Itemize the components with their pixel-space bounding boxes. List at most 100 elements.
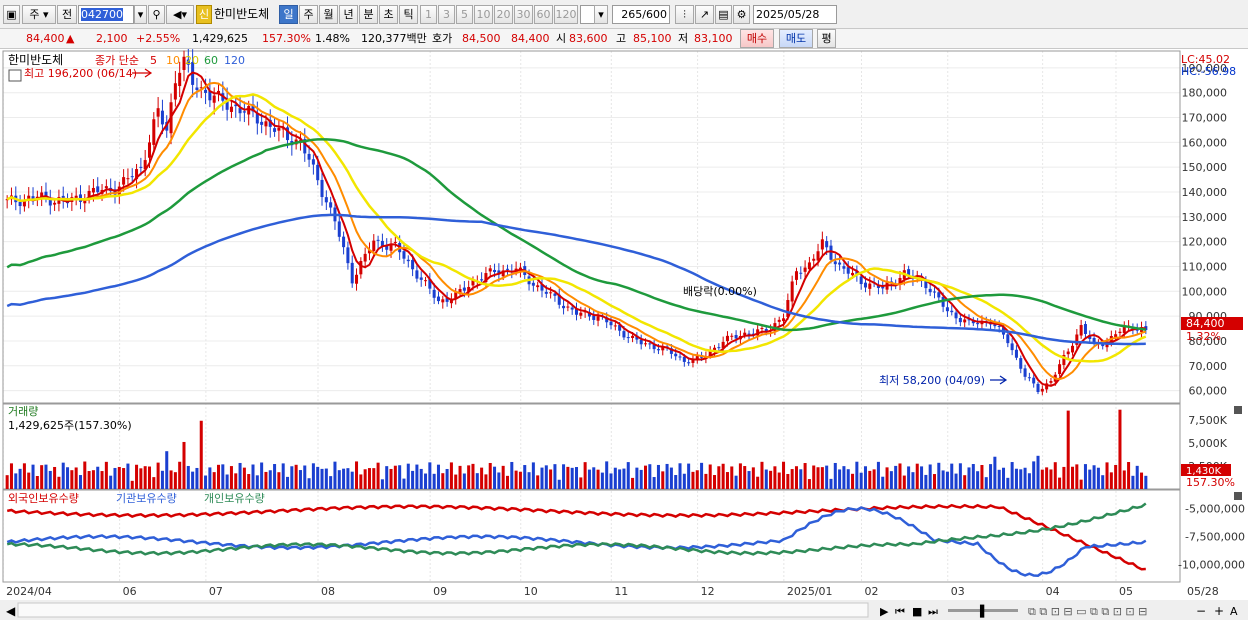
volume-bar bbox=[989, 464, 993, 489]
volume-panel-close-icon[interactable] bbox=[1234, 406, 1242, 414]
count-120[interactable]: 120 bbox=[554, 5, 578, 24]
drawing-tool-icon[interactable]: ↗ bbox=[695, 5, 714, 24]
font-size-icon[interactable]: A bbox=[1230, 605, 1238, 618]
stock-chart[interactable]: 190,000180,000170,000160,000150,000140,0… bbox=[0, 49, 1248, 621]
jump-end-icon[interactable]: ⏭ bbox=[928, 605, 938, 618]
period-day[interactable]: 일 bbox=[279, 5, 298, 24]
volume-bar bbox=[61, 462, 65, 489]
candle-body bbox=[825, 241, 829, 248]
individual-holdings-label: 개인보유수량 bbox=[204, 492, 265, 505]
jump-start-icon[interactable]: ⏮ bbox=[895, 605, 905, 618]
panel-menu-icon[interactable] bbox=[8, 69, 22, 82]
volume-bar bbox=[53, 466, 57, 489]
bar-count-input[interactable]: 265/600 bbox=[612, 5, 670, 24]
period-second[interactable]: 초 bbox=[379, 5, 398, 24]
holdings-panel-close-icon[interactable] bbox=[1234, 492, 1242, 500]
volume-bar bbox=[436, 464, 440, 489]
volume-bar bbox=[622, 468, 626, 489]
volume-bar bbox=[915, 463, 919, 489]
period-tick[interactable]: 틱 bbox=[399, 5, 418, 24]
count-1[interactable]: 1 bbox=[420, 5, 437, 24]
volume-bar bbox=[199, 420, 203, 489]
count-10[interactable]: 10 bbox=[474, 5, 493, 24]
volume-bar bbox=[303, 465, 307, 489]
period-minute[interactable]: 분 bbox=[359, 5, 378, 24]
volume-bar bbox=[820, 467, 824, 489]
open-label: 시 bbox=[556, 32, 567, 45]
scroll-left-icon[interactable]: ◀ bbox=[6, 604, 16, 618]
count-3[interactable]: 3 bbox=[438, 5, 455, 24]
volume-ratio: 157.30% bbox=[262, 32, 311, 45]
volume-bar bbox=[501, 465, 505, 489]
prev-button[interactable]: 전 bbox=[57, 5, 77, 24]
candle-body bbox=[273, 128, 277, 132]
volume-bar bbox=[182, 441, 186, 489]
code-dropdown-icon[interactable]: ▾ bbox=[134, 5, 147, 24]
ma-120-label: 120 bbox=[224, 54, 245, 67]
bar-count-value: 265 bbox=[621, 8, 643, 21]
price-axis-tick: 180,000 bbox=[1182, 87, 1228, 100]
institution-holdings-label: 기관보유수량 bbox=[116, 492, 177, 505]
candle-body bbox=[829, 245, 833, 260]
volume-bar bbox=[730, 466, 734, 489]
volume-bar bbox=[648, 464, 652, 489]
average-button[interactable]: 평 bbox=[817, 29, 836, 48]
date-input[interactable]: 2025/05/28 bbox=[753, 5, 837, 24]
volume-value: 1,429,625 bbox=[192, 32, 248, 45]
stock-code-input[interactable]: 042700 bbox=[78, 5, 134, 24]
buy-button[interactable]: 매수 bbox=[740, 29, 774, 48]
candle-body bbox=[833, 261, 837, 265]
volume-bar bbox=[1127, 462, 1131, 489]
candle-body bbox=[976, 323, 980, 325]
volume-bar bbox=[605, 461, 609, 489]
volume-bar bbox=[851, 473, 855, 489]
zoom-handle-icon[interactable]: ▌ bbox=[979, 604, 988, 618]
candle-body bbox=[816, 251, 820, 261]
volume-bar bbox=[1075, 464, 1079, 489]
volume-bar bbox=[432, 473, 436, 489]
period-year[interactable]: 년 bbox=[339, 5, 358, 24]
zoom-out-icon[interactable]: − bbox=[1196, 604, 1206, 618]
volume-bar bbox=[756, 476, 760, 489]
volume-bar bbox=[191, 471, 195, 489]
period-month[interactable]: 월 bbox=[319, 5, 338, 24]
candle-body bbox=[687, 362, 691, 364]
count-60[interactable]: 60 bbox=[534, 5, 553, 24]
save-icon[interactable]: ▤ bbox=[715, 5, 732, 24]
chart-scrollbar[interactable] bbox=[17, 602, 869, 618]
count-30[interactable]: 30 bbox=[514, 5, 533, 24]
candle-body bbox=[1027, 377, 1031, 379]
layout-tools-icon[interactable]: ⧉ ⧉ ⊡ ⊟ ▭ ⧉ ⧉ ⊡ ⊡ ⊟ bbox=[1028, 605, 1147, 618]
candle-body bbox=[648, 343, 652, 345]
volume-bar bbox=[846, 469, 850, 489]
custom-count-dropdown-icon[interactable]: ▾ bbox=[594, 5, 608, 24]
stop-icon[interactable]: ■ bbox=[912, 605, 922, 618]
candle-body bbox=[1010, 343, 1014, 351]
scroll-right-icon[interactable]: ▶ bbox=[880, 605, 889, 618]
sell-button[interactable]: 매도 bbox=[779, 29, 813, 48]
volume-bar bbox=[579, 477, 583, 489]
candle-type-icon[interactable]: ⫶ bbox=[675, 5, 694, 24]
period-week[interactable]: 주 bbox=[299, 5, 318, 24]
market-select[interactable]: 주 ▾ bbox=[22, 5, 56, 24]
volume-axis-tick: 7,500K bbox=[1188, 414, 1227, 427]
count-20[interactable]: 20 bbox=[494, 5, 513, 24]
search-icon[interactable]: ⚲ bbox=[148, 5, 165, 24]
volume-bar bbox=[833, 462, 837, 489]
volume-bar bbox=[665, 463, 669, 489]
candle-body bbox=[147, 142, 152, 158]
settings-gear-icon[interactable]: ⚙ bbox=[733, 5, 750, 24]
current-price-tag-value: 84,400 bbox=[1186, 317, 1225, 330]
volume-bar bbox=[221, 464, 225, 489]
volume-bar bbox=[216, 464, 221, 489]
stock-name: 한미반도체 bbox=[214, 7, 270, 21]
candle-body bbox=[760, 327, 764, 329]
candle-body bbox=[324, 197, 328, 203]
candle-body bbox=[1014, 349, 1018, 358]
candle-body bbox=[346, 247, 350, 264]
volume-bar bbox=[859, 472, 863, 489]
count-5[interactable]: 5 bbox=[456, 5, 473, 24]
zoom-in-icon[interactable]: + bbox=[1214, 604, 1224, 618]
speaker-icon[interactable]: ◀▾ bbox=[166, 5, 194, 24]
chart-menu-icon[interactable]: ▣ bbox=[3, 5, 20, 24]
